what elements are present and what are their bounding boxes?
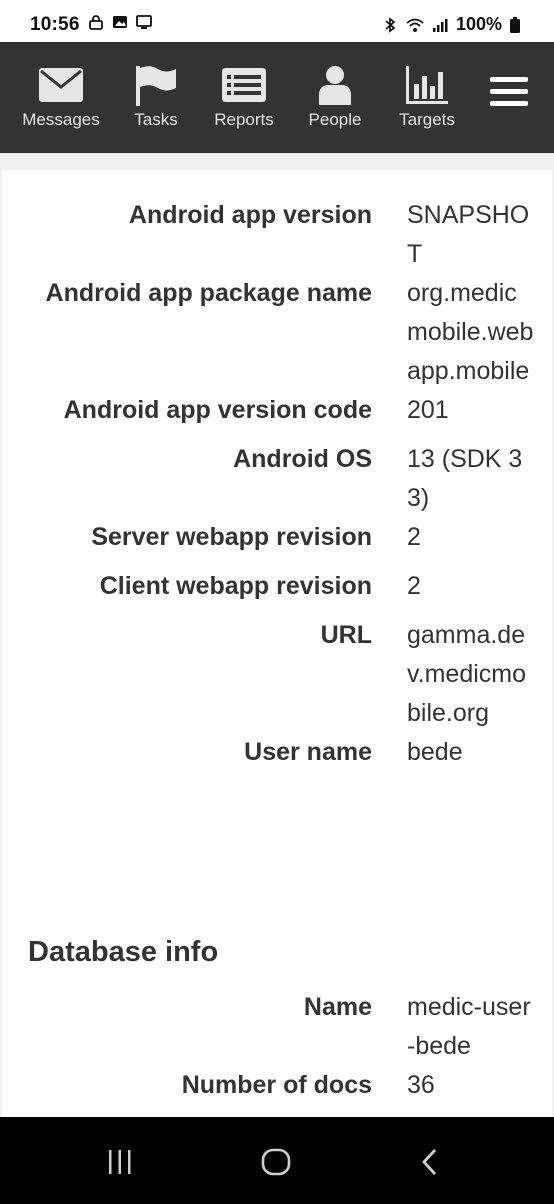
signal-icon (432, 18, 448, 32)
info-value: 201 (407, 396, 449, 424)
database-info-table: Name medic-user-bede Number of docs 36 (2, 988, 552, 1105)
status-right: 100% (382, 14, 520, 35)
battery-percent: 100% (455, 14, 502, 34)
info-key: Server webapp revision (91, 523, 372, 551)
info-value: gamma.dev.medicmobile.org (407, 621, 527, 727)
status-time: 10:56 (30, 14, 80, 35)
info-row: Android app version code 201 (2, 391, 552, 430)
nav-tasks-label: Tasks (134, 110, 178, 129)
status-bar: 10:56 100% (0, 0, 554, 42)
info-key: Android app version (128, 201, 372, 229)
info-value: 2 (407, 572, 421, 600)
nav-reports[interactable]: Reports (208, 42, 280, 153)
info-row: Android app package name org.medicmobile… (2, 274, 552, 391)
nav-reports-label: Reports (214, 110, 274, 129)
info-key: Client webapp revision (99, 572, 372, 600)
info-row: Number of docs 36 (2, 1066, 552, 1105)
recent-apps-icon[interactable] (100, 1142, 140, 1182)
screen: 10:56 100% Messages Tasks Reports People… (0, 0, 554, 1204)
hamburger-menu-icon[interactable] (490, 77, 528, 107)
image-icon (113, 16, 127, 28)
info-key: User name (244, 738, 372, 766)
nav-tasks[interactable]: Tasks (126, 42, 186, 153)
list-icon (222, 68, 266, 102)
bar-chart-icon (406, 66, 448, 104)
nav-people-label: People (308, 110, 362, 129)
info-key: Android OS (233, 445, 372, 473)
bluetooth-icon (385, 16, 396, 33)
info-value: bede (407, 738, 463, 766)
info-value: 36 (407, 1071, 435, 1099)
nav-people[interactable]: People (300, 42, 370, 153)
home-icon[interactable] (256, 1142, 296, 1182)
about-content: Android app version SNAPSHOT Android app… (2, 170, 552, 1117)
info-row: URL gamma.dev.medicmobile.org (2, 616, 552, 733)
info-row: Client webapp revision 2 (2, 567, 552, 606)
status-left-icons (88, 14, 152, 30)
info-key: Android app version code (63, 396, 372, 424)
database-info-title: Database info (28, 936, 219, 968)
nav-targets-label: Targets (399, 110, 455, 129)
info-row: Server webapp revision 2 (2, 518, 552, 557)
top-navbar: Messages Tasks Reports People Targets (0, 42, 554, 153)
info-value: org.medicmobile.webapp.mobile (407, 279, 534, 385)
app-info-table: Android app version SNAPSHOT Android app… (2, 196, 552, 772)
lock-icon (89, 15, 103, 30)
wifi-icon (406, 18, 424, 32)
info-row: Android OS 13 (SDK 33) (2, 440, 552, 518)
info-key: Number of docs (181, 1071, 372, 1099)
nav-messages-label: Messages (22, 110, 100, 129)
battery-icon (510, 16, 520, 33)
back-icon[interactable] (410, 1142, 450, 1182)
flag-icon (136, 66, 176, 106)
info-value: medic-user-bede (407, 993, 531, 1060)
info-row: Android app version SNAPSHOT (2, 196, 552, 274)
info-value: 13 (SDK 33) (407, 445, 523, 512)
person-icon (319, 66, 351, 105)
info-key: URL (320, 621, 372, 649)
info-row: User name bede (2, 733, 552, 772)
info-row: Name medic-user-bede (2, 988, 552, 1066)
nav-messages[interactable]: Messages (20, 42, 102, 153)
envelope-icon (39, 68, 83, 102)
nav-targets[interactable]: Targets (392, 42, 462, 153)
info-value: 2 (407, 523, 421, 551)
system-navigation-bar (0, 1117, 554, 1204)
info-key: Name (303, 993, 372, 1021)
info-value: SNAPSHOT (407, 201, 530, 268)
info-key: Android app package name (45, 279, 372, 307)
monitor-icon (136, 15, 152, 29)
